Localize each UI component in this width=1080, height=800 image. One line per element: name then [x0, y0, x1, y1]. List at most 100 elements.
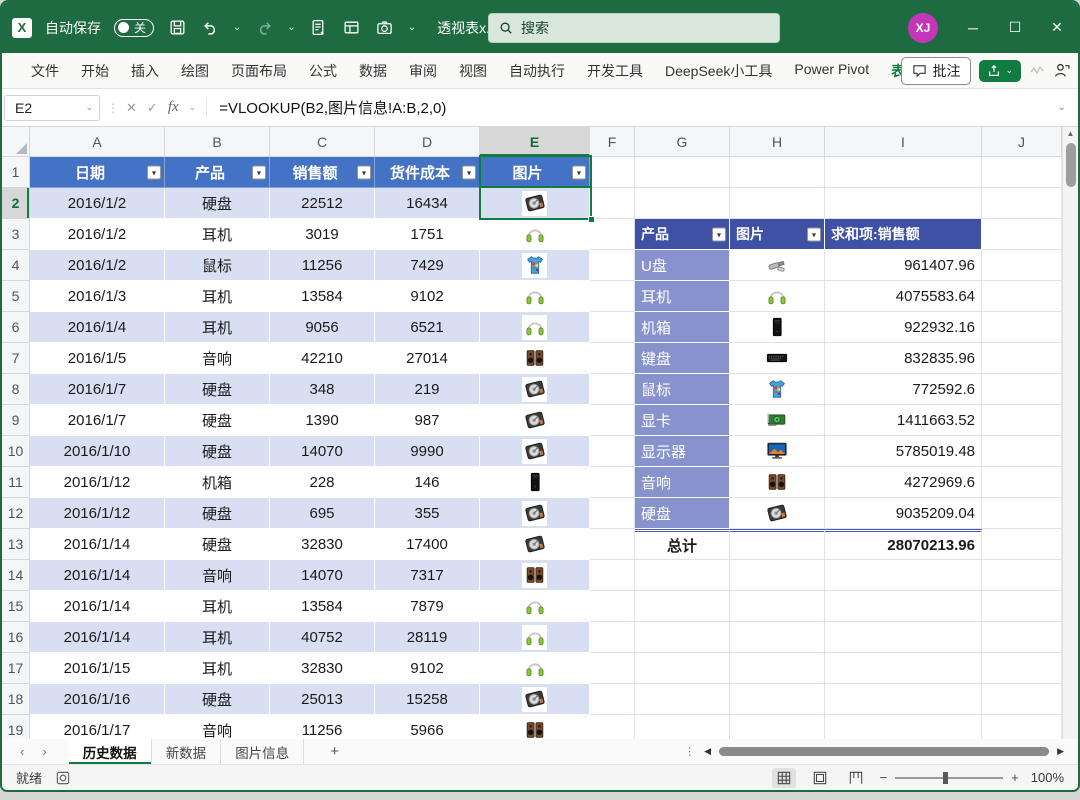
sheet-tab-新数据[interactable]: 新数据 [152, 739, 222, 764]
people-icon[interactable] [1053, 62, 1070, 79]
ribbon-tab-12[interactable]: Power Pivot [783, 54, 880, 88]
cell-E12[interactable] [480, 498, 590, 529]
pivot-row-label[interactable]: 键盘 [635, 343, 730, 374]
cell-A14[interactable]: 2016/1/14 [30, 560, 165, 591]
row-header-7[interactable]: 7 [2, 343, 30, 374]
cell-F12[interactable] [590, 498, 635, 529]
cell-E18[interactable] [480, 684, 590, 715]
cell-C16[interactable]: 40752 [270, 622, 375, 653]
ribbon-tab-6[interactable]: 数据 [348, 54, 398, 88]
ribbon-tab-8[interactable]: 视图 [448, 54, 498, 88]
cell-D18[interactable]: 15258 [375, 684, 480, 715]
cell-E5[interactable] [480, 281, 590, 312]
pivot-value[interactable]: 772592.6 [825, 374, 982, 405]
cell-B9[interactable]: 硬盘 [165, 405, 270, 436]
cell-J10[interactable] [982, 436, 1062, 467]
cell-G19[interactable] [635, 715, 730, 739]
pivot-icon-cell[interactable] [730, 436, 825, 467]
cell-F7[interactable] [590, 343, 635, 374]
column-header-G[interactable]: G [635, 127, 730, 157]
cell-E9[interactable] [480, 405, 590, 436]
ribbon-tab-11[interactable]: DeepSeek小工具 [654, 54, 783, 88]
cell-E8[interactable] [480, 374, 590, 405]
pivot-total-spacer[interactable] [730, 529, 825, 560]
filter-icon[interactable]: ▾ [252, 165, 266, 180]
maximize-button[interactable]: ☐ [994, 2, 1036, 53]
zoom-level[interactable]: 100% [1031, 770, 1064, 785]
cell-J11[interactable] [982, 467, 1062, 498]
minimize-button[interactable]: ─ [952, 2, 994, 53]
fill-handle[interactable] [588, 216, 595, 223]
cell-B17[interactable]: 耳机 [165, 653, 270, 684]
row-header-18[interactable]: 18 [2, 684, 30, 715]
cell-H17[interactable] [730, 653, 825, 684]
cell-J13[interactable] [982, 529, 1062, 560]
table-header-cell[interactable]: 货件成本 ▾ [375, 157, 480, 188]
cancel-icon[interactable]: ✕ [126, 100, 137, 116]
user-avatar[interactable]: XJ [908, 12, 938, 43]
table-header-cell[interactable]: 销售额 ▾ [270, 157, 375, 188]
prev-sheet-icon[interactable]: ‹ [20, 744, 24, 759]
pivot-row-label[interactable]: 显卡 [635, 405, 730, 436]
cell-G14[interactable] [635, 560, 730, 591]
pivot-row-label[interactable]: 耳机 [635, 281, 730, 312]
cell-C5[interactable]: 13584 [270, 281, 375, 312]
cell-D7[interactable]: 27014 [375, 343, 480, 374]
cell-B15[interactable]: 耳机 [165, 591, 270, 622]
cell-J6[interactable] [982, 312, 1062, 343]
cell-J2[interactable] [982, 188, 1062, 219]
cell-J15[interactable] [982, 591, 1062, 622]
cell-A13[interactable]: 2016/1/14 [30, 529, 165, 560]
pivot-header-cell[interactable]: 产品 ▾ [635, 219, 730, 250]
cell-E10[interactable] [480, 436, 590, 467]
cell-H1[interactable] [730, 157, 825, 188]
cell-H2[interactable] [730, 188, 825, 219]
cell-A16[interactable]: 2016/1/14 [30, 622, 165, 653]
column-header-I[interactable]: I [825, 127, 982, 157]
column-header-C[interactable]: C [270, 127, 375, 157]
cell-C11[interactable]: 228 [270, 467, 375, 498]
cell-I15[interactable] [825, 591, 982, 622]
cell-B13[interactable]: 硬盘 [165, 529, 270, 560]
pivot-icon-cell[interactable] [730, 281, 825, 312]
sheet-tab-历史数据[interactable]: 历史数据 [68, 739, 152, 764]
cell-J12[interactable] [982, 498, 1062, 529]
hscroll-left-icon[interactable]: ◀ [704, 746, 711, 757]
cell-D9[interactable]: 987 [375, 405, 480, 436]
cell-H14[interactable] [730, 560, 825, 591]
hscroll-right-icon[interactable]: ▶ [1057, 746, 1064, 757]
cell-J16[interactable] [982, 622, 1062, 653]
cell-C17[interactable]: 32830 [270, 653, 375, 684]
table-header-cell[interactable]: 图片 ▾ [480, 157, 590, 188]
cell-E13[interactable] [480, 529, 590, 560]
autosave-toggle[interactable]: 关 [114, 18, 154, 37]
vertical-scrollbar[interactable]: ▲ [1062, 127, 1078, 739]
column-header-F[interactable]: F [590, 127, 635, 157]
row-header-9[interactable]: 9 [2, 405, 30, 436]
filter-icon[interactable]: ▾ [357, 165, 371, 180]
cell-G17[interactable] [635, 653, 730, 684]
ribbon-tab-file[interactable]: 文件 [20, 54, 70, 88]
cell-J1[interactable] [982, 157, 1062, 188]
column-header-D[interactable]: D [375, 127, 480, 157]
pivot-total-value[interactable]: 28070213.96 [825, 529, 982, 560]
cell-J4[interactable] [982, 250, 1062, 281]
filter-icon[interactable]: ▾ [147, 165, 161, 180]
cell-B16[interactable]: 耳机 [165, 622, 270, 653]
cell-D10[interactable]: 9990 [375, 436, 480, 467]
cell-E2[interactable] [480, 188, 590, 219]
cell-D12[interactable]: 355 [375, 498, 480, 529]
hscroll-thumb[interactable] [719, 747, 1050, 756]
cell-D13[interactable]: 17400 [375, 529, 480, 560]
cell-J18[interactable] [982, 684, 1062, 715]
cell-F17[interactable] [590, 653, 635, 684]
row-header-10[interactable]: 10 [2, 436, 30, 467]
cell-I14[interactable] [825, 560, 982, 591]
cell-C9[interactable]: 1390 [270, 405, 375, 436]
sheetbar-options-icon[interactable]: ⋮ [684, 745, 696, 758]
cell-J9[interactable] [982, 405, 1062, 436]
cell-F8[interactable] [590, 374, 635, 405]
row-header-1[interactable]: 1 [2, 157, 30, 188]
sheet-tab-图片信息[interactable]: 图片信息 [221, 739, 305, 764]
enter-icon[interactable]: ✓ [147, 100, 158, 116]
